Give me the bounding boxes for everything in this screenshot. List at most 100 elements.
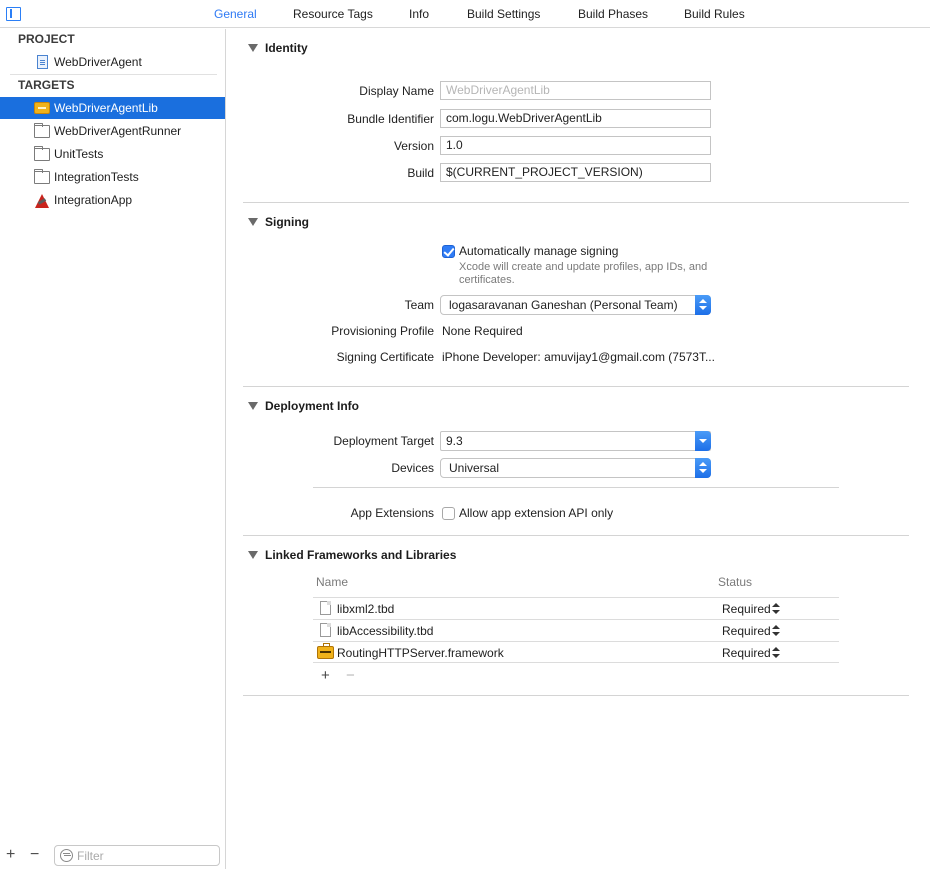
library-icon <box>34 102 50 114</box>
table-row[interactable]: libxml2.tbd Required <box>313 597 839 619</box>
signing-certificate-value: iPhone Developer: amuvijay1@gmail.com (7… <box>442 350 715 364</box>
version-label: Version <box>393 139 434 153</box>
framework-status[interactable]: Required <box>722 624 771 638</box>
build-field[interactable]: $(CURRENT_PROJECT_VERSION) <box>440 163 711 182</box>
column-header-name[interactable]: Name <box>316 575 348 589</box>
build-label: Build <box>407 166 434 180</box>
auto-signing-note: Xcode will create and update profiles, a… <box>459 261 708 286</box>
section-title: Linked Frameworks and Libraries <box>265 548 457 562</box>
folder-icon <box>34 145 50 161</box>
sidebar-item-label: WebDriverAgentLib <box>54 101 158 115</box>
deployment-target-label: Deployment Target <box>333 434 435 448</box>
navigator-toggle-icon[interactable] <box>6 7 21 21</box>
target-navigator: PROJECT WebDriverAgent TARGETS WebDriver… <box>0 29 226 869</box>
status-stepper-icon[interactable] <box>772 603 780 615</box>
section-title: Deployment Info <box>265 399 360 413</box>
tab-resource-tags[interactable]: Resource Tags <box>293 7 373 21</box>
framework-name: RoutingHTTPServer.framework <box>337 646 504 660</box>
sidebar-item-label: WebDriverAgent <box>54 55 142 69</box>
disclosure-triangle-icon[interactable] <box>248 218 258 226</box>
sidebar-item-label: UnitTests <box>54 147 104 161</box>
add-target-button[interactable]: + <box>6 846 15 864</box>
sidebar-item-label: IntegrationApp <box>54 193 133 207</box>
section-title: Signing <box>265 215 309 229</box>
column-header-status[interactable]: Status <box>718 575 752 589</box>
team-label: Team <box>404 298 434 312</box>
file-icon <box>320 601 331 615</box>
team-value: logasaravanan Ganeshan (Personal Team) <box>449 298 678 312</box>
popup-arrows-icon <box>695 458 711 478</box>
bundle-identifier-field[interactable]: com.logu.WebDriverAgentLib <box>440 109 711 128</box>
editor-tab-bar: General Resource Tags Info Build Setting… <box>0 0 930 28</box>
auto-signing-checkbox[interactable] <box>442 245 455 258</box>
auto-signing-label: Automatically manage signing <box>459 244 619 258</box>
display-name-label: Display Name <box>359 84 434 98</box>
sidebar-footer: + − Filter <box>0 843 225 869</box>
devices-value: Universal <box>449 461 500 475</box>
framework-status[interactable]: Required <box>722 602 771 616</box>
bundle-identifier-label: Bundle Identifier <box>347 112 434 126</box>
tab-build-rules[interactable]: Build Rules <box>684 7 745 21</box>
filter-icon <box>60 849 73 862</box>
identity-section-header[interactable]: Identity <box>248 41 308 55</box>
popup-arrows-icon <box>695 295 711 315</box>
section-divider <box>243 535 909 536</box>
disclosure-triangle-icon[interactable] <box>248 551 258 559</box>
provisioning-profile-label: Provisioning Profile <box>331 324 434 338</box>
provisioning-profile-value: None Required <box>442 324 523 338</box>
sidebar-item-label: IntegrationTests <box>54 170 139 184</box>
section-title: Identity <box>265 41 308 55</box>
framework-status[interactable]: Required <box>722 646 771 660</box>
sidebar-item-integrationtests[interactable]: IntegrationTests <box>0 166 225 188</box>
file-icon <box>320 623 331 637</box>
filter-placeholder: Filter <box>77 849 104 863</box>
remove-target-button[interactable]: − <box>30 846 39 864</box>
tab-info[interactable]: Info <box>409 7 429 21</box>
deployment-section-header[interactable]: Deployment Info <box>248 399 360 413</box>
sidebar-item-webdriveragentrunner[interactable]: WebDriverAgentRunner <box>0 120 225 142</box>
framework-name: libxml2.tbd <box>337 602 395 616</box>
signing-certificate-label: Signing Certificate <box>336 350 434 364</box>
targets-heading: TARGETS <box>18 78 75 92</box>
app-extension-api-label: Allow app extension API only <box>459 506 614 520</box>
tab-build-settings[interactable]: Build Settings <box>467 7 540 21</box>
sidebar-divider <box>10 74 217 75</box>
frameworks-section-header[interactable]: Linked Frameworks and Libraries <box>248 548 457 562</box>
table-row[interactable]: RoutingHTTPServer.framework Required <box>313 641 839 663</box>
disclosure-triangle-icon[interactable] <box>248 402 258 410</box>
app-extension-api-checkbox[interactable] <box>442 507 455 520</box>
remove-framework-button[interactable]: − <box>346 667 355 684</box>
section-divider <box>243 386 909 387</box>
devices-popup[interactable]: Universal <box>440 458 711 478</box>
framework-icon <box>317 643 334 659</box>
subsection-divider <box>313 487 839 488</box>
table-row[interactable]: libAccessibility.tbd Required <box>313 619 839 641</box>
sidebar-item-unittests[interactable]: UnitTests <box>0 143 225 165</box>
status-stepper-icon[interactable] <box>772 625 780 637</box>
status-stepper-icon[interactable] <box>772 647 780 659</box>
display-name-field[interactable]: WebDriverAgentLib <box>440 81 711 100</box>
framework-name: libAccessibility.tbd <box>337 624 434 638</box>
general-settings-editor: Identity Display Name WebDriverAgentLib … <box>227 29 930 869</box>
folder-icon <box>34 168 50 184</box>
devices-label: Devices <box>391 461 434 475</box>
chevron-down-icon[interactable] <box>695 431 711 451</box>
sidebar-item-webdriveragent-project[interactable]: WebDriverAgent <box>0 51 225 73</box>
folder-icon <box>34 122 50 138</box>
version-field[interactable]: 1.0 <box>440 136 711 155</box>
team-popup[interactable]: logasaravanan Ganeshan (Personal Team) <box>440 295 711 315</box>
signing-section-header[interactable]: Signing <box>248 215 309 229</box>
app-icon <box>34 193 50 208</box>
app-extensions-label: App Extensions <box>350 506 434 520</box>
tab-general[interactable]: General <box>214 7 257 21</box>
tab-build-phases[interactable]: Build Phases <box>578 7 648 21</box>
add-framework-button[interactable]: + <box>321 667 330 684</box>
section-divider <box>243 202 909 203</box>
sidebar-item-webdriveragentlib[interactable]: WebDriverAgentLib <box>0 97 225 119</box>
deployment-target-value: 9.3 <box>446 434 463 448</box>
filter-field[interactable]: Filter <box>54 845 220 866</box>
sidebar-item-integrationapp[interactable]: IntegrationApp <box>0 189 225 211</box>
project-file-icon <box>37 55 48 69</box>
disclosure-triangle-icon[interactable] <box>248 44 258 52</box>
deployment-target-combo[interactable]: 9.3 <box>440 431 711 451</box>
